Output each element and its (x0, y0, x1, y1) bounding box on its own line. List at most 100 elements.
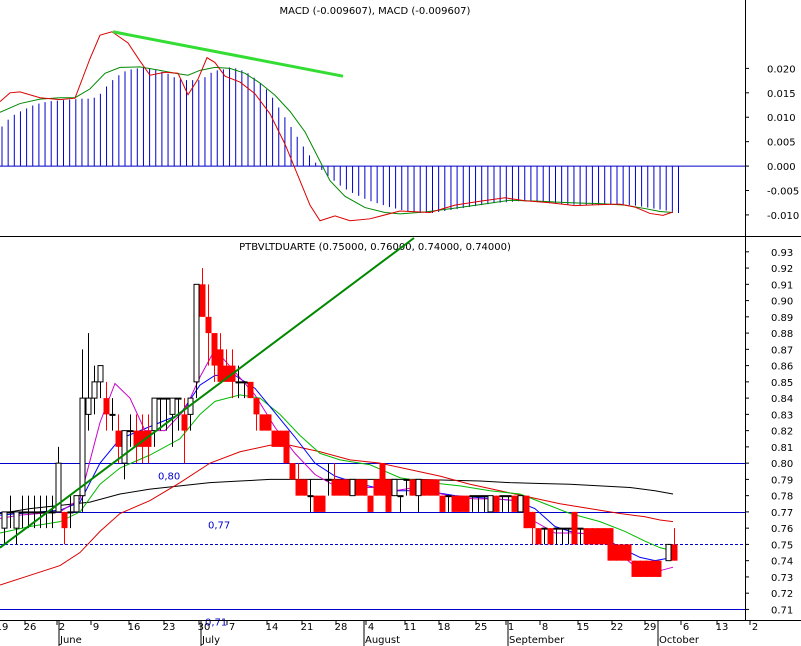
candle-body-down (601, 528, 608, 545)
candle-body-down (523, 495, 530, 529)
candle-body-down (253, 398, 260, 415)
x-tick-label: 2 (59, 622, 65, 633)
candle-body-down (433, 479, 440, 496)
candle-body-down (343, 479, 350, 496)
price-y-tick-label: 0.83 (771, 410, 793, 421)
candle-body-up (37, 511, 44, 514)
month-label: June (59, 635, 82, 646)
candle-body-down (313, 495, 320, 512)
macd-y-tick-label: 0.000 (767, 162, 796, 173)
price-y-tick-label: 0.82 (771, 427, 793, 438)
candle-body-up (391, 478, 398, 497)
x-tick-label: 6 (683, 622, 689, 633)
candle-body-down (319, 495, 326, 512)
price-y-tick-label: 0.75 (771, 540, 793, 551)
price-title: PTBVLTDUARTE (0.75000, 0.76000, 0.74000,… (239, 242, 511, 253)
macd-title: MACD (-0.009607), MACD (-0.009607) (280, 6, 471, 17)
x-tick-label: 2 (752, 622, 758, 633)
price-y-tick-label: 0.78 (771, 492, 793, 503)
candle-body-down (205, 316, 212, 334)
candle-body-up (85, 397, 92, 415)
candle-body-up (67, 511, 74, 514)
candle-body-up (349, 478, 356, 497)
candle-body-up (127, 430, 134, 433)
candle-body-down (277, 430, 284, 447)
month-label: August (365, 635, 400, 646)
candle-body-up (241, 381, 248, 384)
price-y-tick-label: 0.77 (771, 508, 793, 519)
candle-body-down (301, 479, 308, 496)
price-y-tick-label: 0.91 (771, 280, 793, 291)
candle-body-down (529, 511, 536, 529)
candle-body-up (481, 495, 488, 498)
price-y-tick-label: 0.86 (771, 362, 793, 373)
candle-body-up (73, 495, 80, 513)
x-tick-label: 9 (93, 622, 99, 633)
candle-body-up (151, 397, 158, 432)
x-tick-label: 25 (475, 622, 488, 633)
candle-body-down (671, 544, 678, 561)
candle-body-up (565, 527, 572, 530)
candle-body-down (655, 560, 662, 577)
price-y-tick-label: 0.80 (771, 459, 793, 470)
candle-body-down (283, 430, 290, 464)
candle-body-down (589, 528, 596, 545)
candle-body-down (637, 560, 644, 577)
price-y-tick-label: 0.85 (771, 378, 793, 389)
price-y-tick-label: 0.93 (771, 248, 793, 259)
candle-body-down (547, 528, 554, 545)
candle-body-down (379, 463, 386, 496)
candle-body-up (13, 511, 20, 529)
price-y-tick-label: 0.71 (771, 605, 793, 616)
candle-body-up (517, 495, 524, 513)
candle-body-up (577, 527, 584, 530)
candle-body-down (493, 495, 500, 512)
candle-body-up (97, 365, 104, 383)
candle-body-down (361, 479, 368, 496)
candle-body-down (103, 398, 110, 415)
x-tick-label: 16 (128, 622, 141, 633)
price-y-tick-label: 0.73 (771, 573, 793, 584)
x-tick-label: 11 (404, 622, 417, 633)
candle-body-down (649, 560, 656, 577)
candle-body-down (271, 430, 278, 447)
candle-body-down (607, 528, 614, 561)
candle-body-up (403, 478, 410, 481)
candle-body-up (445, 495, 452, 498)
price-y-tick-label: 0.90 (771, 297, 793, 308)
candle-body-up (235, 381, 242, 384)
candle-body-up (475, 495, 482, 498)
candle-body-up (325, 478, 332, 481)
candle-body-up (553, 527, 560, 530)
candle-body-down (385, 479, 392, 512)
candle-body-down (631, 560, 638, 577)
candle-body-up (505, 495, 512, 498)
month-label: October (659, 635, 700, 646)
price-y-tick-label: 0.72 (771, 589, 793, 600)
candle-body-up (109, 413, 116, 416)
candle-body-down (247, 381, 254, 399)
candle-body-down (199, 284, 206, 317)
candle-body-up (163, 397, 170, 400)
chart-background (0, 0, 801, 646)
candle-body-up (193, 283, 200, 383)
candle-body-down (511, 495, 518, 512)
x-tick-label: 7 (229, 622, 235, 633)
candle-body-up (175, 397, 182, 400)
candle-body-up (307, 495, 314, 498)
candle-body-up (91, 381, 98, 399)
x-tick-label: 8 (542, 622, 548, 633)
candle-body-down (571, 511, 578, 545)
x-tick-label: 4 (368, 622, 374, 633)
candle-body-down (583, 528, 590, 545)
candle-body-up (169, 397, 176, 415)
price-y-tick-label: 0.92 (771, 264, 793, 275)
candle-body-down (355, 479, 362, 496)
x-tick-label: 18 (438, 622, 451, 633)
candle-body-down (217, 349, 224, 382)
stock-chart: MACD (-0.009607), MACD (-0.009607) 0.020… (0, 0, 801, 646)
candle-body-up (31, 511, 38, 514)
candle-body-up (49, 511, 56, 514)
price-y-tick-label: 0.84 (771, 394, 793, 405)
x-tick-label: 13 (716, 622, 729, 633)
